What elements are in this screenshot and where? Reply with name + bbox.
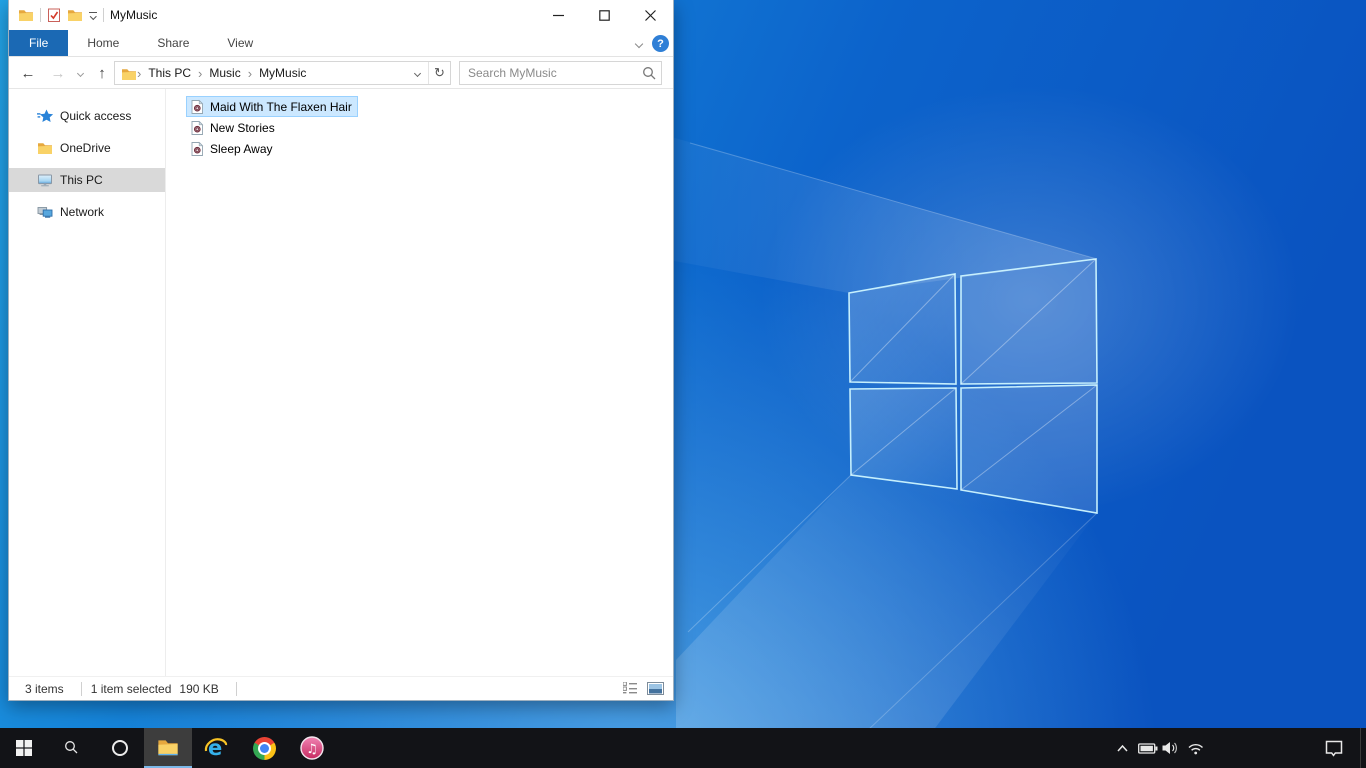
new-folder-icon[interactable] — [67, 7, 83, 23]
caption-buttons — [535, 0, 673, 30]
wifi-icon — [1188, 743, 1203, 755]
breadcrumb-music[interactable]: Music — [203, 66, 246, 80]
battery-icon — [1138, 742, 1158, 754]
sidebar-item-this-pc[interactable]: This PC — [9, 168, 165, 192]
network-tray-icon[interactable] — [1184, 728, 1208, 768]
internet-explorer-icon: e — [204, 736, 228, 760]
file-item[interactable]: New Stories — [186, 117, 281, 138]
window-title: MyMusic — [110, 8, 158, 22]
refresh-button[interactable]: ↻ — [428, 62, 450, 84]
search-input[interactable] — [460, 66, 637, 80]
address-bar[interactable]: › This PC › Music › MyMusic ↻ — [114, 61, 451, 85]
customize-qat-button[interactable] — [89, 11, 97, 20]
network-icon — [37, 207, 53, 219]
search-icon[interactable] — [637, 66, 661, 80]
taskbar-internet-explorer-button[interactable]: e — [192, 728, 240, 768]
file-explorer-icon — [158, 740, 178, 756]
start-button[interactable] — [0, 728, 48, 768]
window-folder-icon — [19, 10, 33, 21]
cortana-button[interactable] — [96, 728, 144, 768]
selection-size: 190 KB — [179, 681, 219, 696]
search-icon — [64, 740, 78, 754]
expand-ribbon-icon[interactable] — [634, 39, 644, 48]
sidebar-item-network[interactable]: Network — [9, 200, 165, 224]
music-file-icon — [191, 141, 203, 156]
music-file-icon — [191, 120, 203, 135]
breadcrumb-mymusic[interactable]: MyMusic — [253, 66, 312, 80]
itunes-icon: ♫ — [300, 736, 324, 760]
properties-icon[interactable] — [47, 8, 61, 22]
chevron-up-icon — [1116, 744, 1128, 752]
taskbar-file-explorer-button[interactable] — [144, 728, 192, 768]
onedrive-folder-icon — [38, 143, 52, 154]
items-count: 3 items — [25, 681, 64, 696]
qat-separator — [40, 8, 41, 22]
help-button[interactable]: ? — [652, 35, 669, 52]
speaker-icon — [1162, 742, 1177, 754]
tab-file[interactable]: File — [9, 30, 69, 56]
close-button[interactable] — [627, 0, 673, 30]
music-file-icon — [191, 99, 203, 114]
taskbar-itunes-button[interactable]: ♫ — [288, 728, 336, 768]
address-dropdown-icon[interactable] — [406, 69, 428, 77]
windows-logo-icon — [16, 740, 32, 756]
this-pc-monitor-icon — [38, 174, 52, 187]
show-desktop-button[interactable] — [1360, 728, 1366, 768]
taskbar: e ♫ — [0, 728, 1366, 768]
quick-access-toolbar — [9, 7, 104, 23]
cortana-ring-icon — [112, 740, 128, 756]
volume-tray-icon[interactable] — [1159, 728, 1183, 768]
action-center-button[interactable] — [1322, 728, 1346, 768]
minimize-button[interactable] — [535, 0, 581, 30]
tab-home[interactable]: Home — [68, 30, 138, 56]
ribbon-tabs: File Home Share View ? — [9, 30, 673, 57]
quick-access-star-icon — [37, 109, 53, 122]
search-box — [459, 61, 662, 85]
breadcrumb-this-pc[interactable]: This PC — [142, 66, 197, 80]
maximize-button[interactable] — [581, 0, 627, 30]
tab-view[interactable]: View — [208, 30, 272, 56]
details-view-button[interactable] — [623, 682, 638, 695]
back-button[interactable]: ← — [15, 57, 41, 89]
selection-count: 1 item selected — [90, 681, 172, 696]
title-bar[interactable]: MyMusic — [9, 0, 673, 30]
show-hidden-icons-button[interactable] — [1110, 728, 1134, 768]
svg-text:♫: ♫ — [306, 742, 318, 757]
up-button[interactable]: ↑ — [89, 57, 115, 89]
large-icons-view-button[interactable] — [647, 682, 664, 695]
taskbar-chrome-button[interactable] — [240, 728, 288, 768]
address-folder-icon — [122, 68, 136, 80]
file-list[interactable]: Maid With The Flaxen Hair New Stories Sl… — [166, 89, 673, 676]
action-center-icon — [1325, 740, 1343, 757]
file-item[interactable]: Sleep Away — [186, 138, 279, 159]
qat-separator-2 — [103, 8, 104, 22]
chrome-icon — [252, 736, 276, 760]
navigation-toolbar: ← → ↑ › This PC › Music › MyMusic ↻ — [9, 57, 673, 89]
sidebar-item-quick-access[interactable]: Quick access — [9, 104, 165, 128]
taskbar-search-button[interactable] — [48, 728, 96, 768]
battery-tray-icon[interactable] — [1136, 728, 1160, 768]
file-explorer-window: MyMusic File Home Share View ? ← → ↑ › T… — [8, 0, 674, 701]
sidebar-item-onedrive[interactable]: OneDrive — [9, 136, 165, 160]
status-bar: 3 items 1 item selected 190 KB — [9, 676, 673, 700]
tab-share[interactable]: Share — [138, 30, 208, 56]
navigation-pane: Quick access OneDrive This PC Network — [9, 89, 166, 676]
recent-locations-icon[interactable] — [71, 57, 89, 89]
file-item-selected[interactable]: Maid With The Flaxen Hair — [186, 96, 358, 117]
forward-button[interactable]: → — [45, 57, 71, 89]
